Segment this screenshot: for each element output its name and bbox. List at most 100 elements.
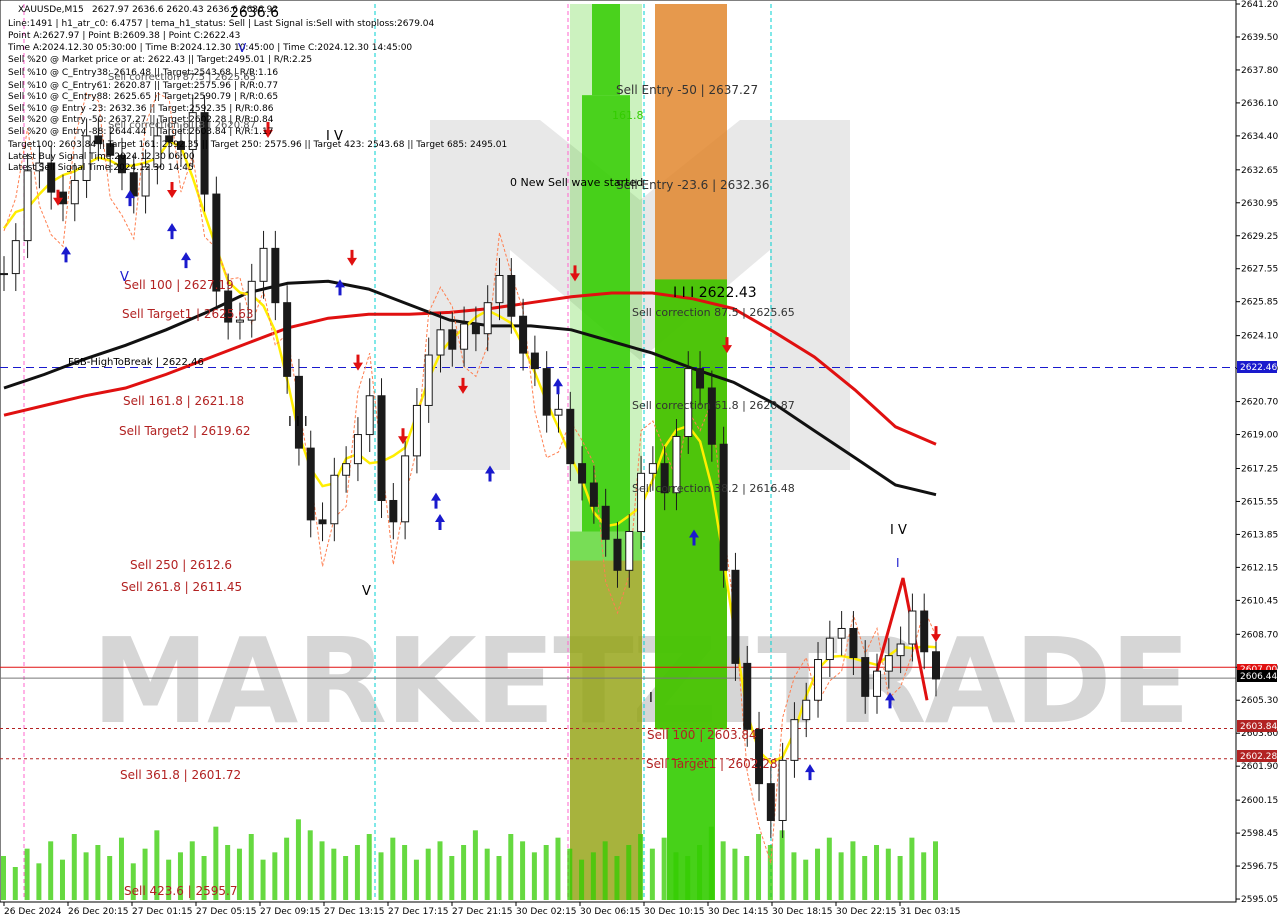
volume-bar xyxy=(425,848,431,900)
candle-body xyxy=(448,329,457,350)
volume-bar xyxy=(897,856,903,900)
candle-body xyxy=(424,354,433,406)
price-chart[interactable]: MARKETZITRADE XAUUSDe,M15 2627.97 2636.6… xyxy=(0,0,1280,920)
candle-body xyxy=(648,463,657,474)
time-tick-label: 26 Dec 20:15 xyxy=(68,907,129,917)
candle-body xyxy=(719,443,728,571)
time-tick-label: 30 Dec 22:15 xyxy=(836,907,897,917)
candle-body xyxy=(530,352,539,370)
candle-body xyxy=(896,643,905,657)
volume-bar xyxy=(107,856,113,900)
sell-correction-618-label: Sell correction 61.8 | 2620.87 xyxy=(632,399,795,412)
candle-body xyxy=(212,193,221,292)
candle-body xyxy=(507,275,516,317)
volume-bar xyxy=(602,841,608,900)
candle-body xyxy=(707,387,716,445)
volume-bar xyxy=(697,845,703,900)
time-axis[interactable]: 26 Dec 2024 26 Dec 20:15 27 Dec 01:15 27 De… xyxy=(0,901,1236,917)
wave-i-right-label: I xyxy=(896,556,900,570)
price-tick-label: 2613.85 xyxy=(1241,530,1278,540)
volume-bar xyxy=(933,841,938,900)
time-tick-label: 27 Dec 09:15 xyxy=(260,907,321,917)
info-line: Sell %20 @ Market price or at: 2622.43 |… xyxy=(8,55,312,65)
sell-3618-label: Sell 361.8 | 2601.72 xyxy=(120,768,241,782)
price-tick-label: 2634.40 xyxy=(1241,132,1278,142)
fsb-label: FSB-HighToBreak | 2622.46 xyxy=(68,357,204,368)
candle-body xyxy=(342,463,351,476)
price-axis[interactable]: 2641.20 2639.50 2637.80 2636.10 2634.40 2632.… xyxy=(1235,0,1278,905)
volume-bar xyxy=(508,834,514,900)
volume-bar xyxy=(248,834,254,900)
info-line: Target100: 2603.84 || Target 161: 2592.3… xyxy=(7,140,507,150)
volume-bar xyxy=(626,845,632,900)
candle-body xyxy=(766,783,775,821)
candle-body xyxy=(908,610,917,645)
candle-body xyxy=(542,368,551,416)
overlap-text: Sell correction 61.8 | 2620.87 xyxy=(108,120,256,131)
volume-bar xyxy=(354,845,360,900)
candle-body xyxy=(389,499,398,523)
volume-bar xyxy=(48,841,54,900)
target1-price-badge-text: 2602.28 xyxy=(1240,752,1277,762)
price-tick-label: 2596.75 xyxy=(1241,862,1278,872)
volume-bar xyxy=(638,834,644,900)
volume-bar xyxy=(673,852,679,900)
candle-body xyxy=(861,657,870,697)
volume-bar xyxy=(520,841,526,900)
volume-bar xyxy=(95,845,101,900)
volume-bar xyxy=(555,837,561,900)
volume-bar xyxy=(295,819,301,900)
candle-body xyxy=(920,610,929,653)
wave-iii-left-label: I I I xyxy=(288,415,308,430)
candle-body xyxy=(330,474,339,525)
price-tick-label: 2624.10 xyxy=(1241,332,1278,342)
green-zone-top xyxy=(592,4,620,96)
time-tick-label: 27 Dec 21:15 xyxy=(452,907,513,917)
volume-bar xyxy=(59,859,65,900)
candle-body xyxy=(259,247,268,282)
price-tick-label: 2600.15 xyxy=(1241,796,1278,806)
candle-body xyxy=(802,699,811,721)
wave-iv-right-label: I V xyxy=(890,523,907,538)
candle-body xyxy=(566,408,575,465)
price-tick-label: 2605.30 xyxy=(1241,696,1278,706)
price-tick-label: 2619.00 xyxy=(1241,431,1278,441)
volume-bar xyxy=(36,863,42,900)
candle-body xyxy=(377,395,386,501)
candle-body xyxy=(625,531,634,571)
volume-bar xyxy=(319,841,325,900)
volume-bar xyxy=(437,841,443,900)
volume-bar xyxy=(744,856,750,900)
price-tick-label: 2632.65 xyxy=(1241,166,1278,176)
time-tick-label: 27 Dec 05:15 xyxy=(196,907,257,917)
volume-bar xyxy=(720,841,726,900)
candle-body xyxy=(601,505,610,540)
candle-body xyxy=(731,569,740,664)
price-tick-label: 2620.70 xyxy=(1241,398,1278,408)
info-line: Latest Buy Signal Time:2024.12.30 06:00 xyxy=(8,152,195,162)
time-tick-label: 30 Dec 14:15 xyxy=(708,907,769,917)
sell-4236-label: Sell 423.6 | 2595.7 xyxy=(124,884,238,898)
candle-body xyxy=(519,315,528,354)
volume-bar xyxy=(708,826,714,900)
info-line: Latest Sell Signal Time:2024.12.30 14:45 xyxy=(8,163,194,173)
candle-body xyxy=(365,395,374,436)
candle-body xyxy=(23,170,32,242)
sell-1618-left-label: Sell 161.8 | 2621.18 xyxy=(123,394,244,408)
price-tick-label: 2637.80 xyxy=(1241,66,1278,76)
candle-body xyxy=(495,275,504,304)
volume-bar xyxy=(779,830,785,900)
price-tick-label: 2612.15 xyxy=(1241,563,1278,573)
volume-bar xyxy=(71,834,77,900)
volume-bar xyxy=(579,859,585,900)
candle-body xyxy=(884,655,893,672)
time-tick-label: 26 Dec 2024 xyxy=(4,907,62,917)
volume-bar xyxy=(378,852,384,900)
volume-bar xyxy=(791,852,797,900)
volume-bar xyxy=(461,845,467,900)
candle-body xyxy=(825,637,834,661)
volume-bar xyxy=(83,852,89,900)
info-line: Sell %10 @ Entry -23: 2632.36 || Target:… xyxy=(8,104,274,114)
candle-body xyxy=(271,247,280,304)
volume-bar xyxy=(402,845,408,900)
